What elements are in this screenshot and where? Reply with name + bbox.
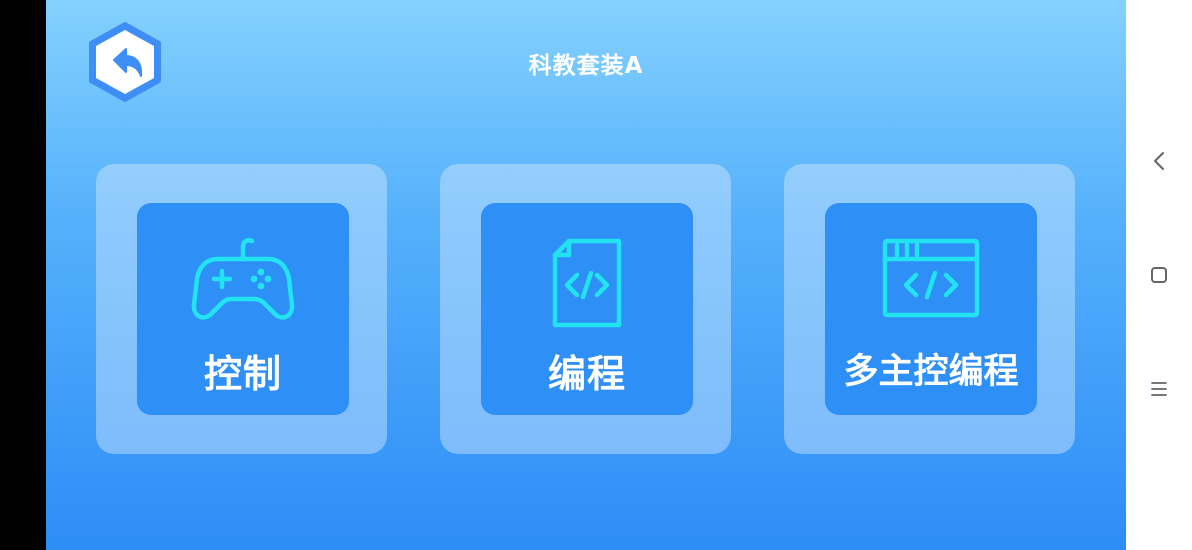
app-window: 科教套装A 控制 编程 多主控编程 <box>46 0 1126 550</box>
multi-controller-button[interactable]: 多主控编程 <box>825 203 1037 415</box>
control-label: 控制 <box>203 352 282 396</box>
programming-label: 编程 <box>547 352 626 396</box>
screen: 科教套装A 控制 编程 多主控编程 <box>0 0 1192 550</box>
programming-card[interactable]: 编程 <box>440 164 731 454</box>
multi-controller-label: 多主控编程 <box>843 352 1019 392</box>
control-button[interactable]: 控制 <box>137 203 349 415</box>
page-title: 科教套装A <box>528 53 644 79</box>
nav-menu-icon[interactable] <box>1144 374 1174 404</box>
programming-button[interactable]: 编程 <box>481 203 693 415</box>
control-card[interactable]: 控制 <box>96 164 387 454</box>
code-file-icon <box>481 235 693 335</box>
gamepad-icon <box>137 235 349 335</box>
nav-home-icon[interactable] <box>1144 260 1174 290</box>
left-black-bar <box>0 0 46 550</box>
nav-back-icon[interactable] <box>1144 146 1174 176</box>
multi-controller-card[interactable]: 多主控编程 <box>784 164 1075 454</box>
code-window-icon <box>825 235 1037 335</box>
system-nav-bar <box>1126 0 1192 550</box>
